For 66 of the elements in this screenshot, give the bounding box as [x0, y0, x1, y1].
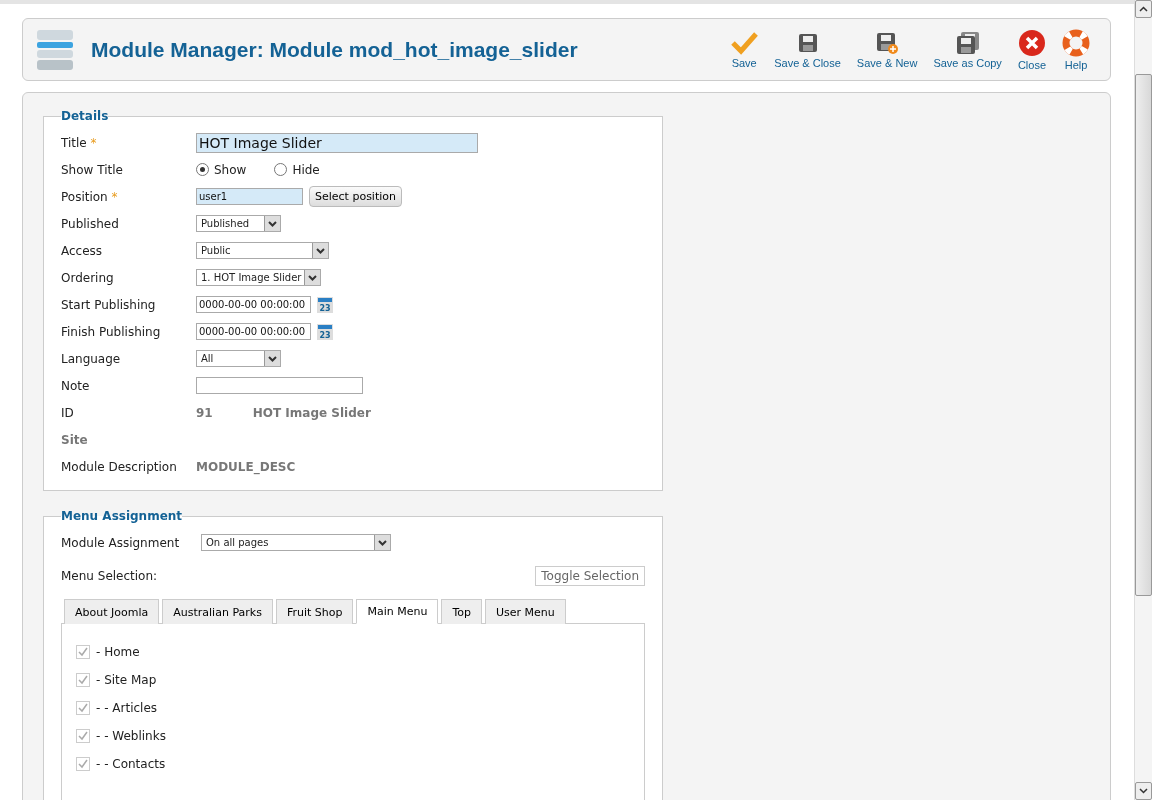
scroll-up-icon[interactable] — [1135, 0, 1152, 18]
toolbar-button[interactable]: Save as Copy — [925, 30, 1010, 69]
section-legend: Details — [61, 109, 109, 123]
menu-tab[interactable]: About Joomla — [64, 599, 160, 624]
radio-button[interactable] — [196, 163, 209, 176]
text-field[interactable]: HOT Image Slider — [196, 132, 478, 153]
menu-item-label: - - Weblinks — [96, 729, 166, 743]
field-label: Title * — [61, 135, 98, 150]
menu-item-label: - - Contacts — [96, 757, 166, 771]
dropdown[interactable]: On all pages — [201, 534, 391, 551]
dropdown[interactable]: All — [196, 350, 281, 367]
field-label: Access — [61, 243, 104, 258]
field-label: Start Publishing — [61, 297, 157, 312]
field-label: Ordering — [61, 270, 115, 285]
menu-item-label: - Site Map — [96, 673, 157, 687]
menu-tab[interactable]: Top — [441, 599, 482, 624]
menu-item-label: - - Articles — [96, 701, 158, 715]
field-label: Position * — [61, 189, 119, 204]
section-label: Site — [61, 432, 88, 447]
toggle-selection-button[interactable]: Toggle Selection — [535, 565, 645, 586]
field-label: Module Assignment — [61, 535, 181, 550]
module-stack-icon — [35, 27, 75, 72]
radio-label: Show — [214, 162, 247, 177]
floppy-disks-icon — [954, 30, 981, 55]
field-label: Finish Publishing — [61, 324, 162, 339]
text-field[interactable] — [196, 377, 363, 394]
toolbar-button[interactable]: Save & New — [848, 30, 926, 69]
toolbar-button[interactable]: Close — [1009, 28, 1054, 71]
page-title: Module Manager: Module mod_hot_image_slider — [91, 37, 579, 62]
floppy-disk-plus-icon — [875, 30, 900, 55]
checkmark-icon — [730, 30, 759, 55]
section-legend: Menu Assignment — [61, 509, 183, 523]
scrollbar[interactable] — [1134, 0, 1152, 800]
close-icon — [1017, 28, 1046, 57]
field-label: ID — [61, 405, 75, 420]
field-label: Language — [61, 351, 122, 366]
field-label: Show Title — [61, 162, 124, 177]
toolbar-button[interactable]: Save & Close — [766, 30, 849, 69]
lifebuoy-icon — [1062, 28, 1090, 57]
menu-tab[interactable]: Fruit Shop — [275, 599, 354, 624]
date-field[interactable]: 0000-00-00 00:00:00 — [196, 323, 311, 340]
dropdown[interactable]: 1. HOT Image Slider — [196, 269, 321, 286]
menu-item-label: - Home — [96, 645, 140, 659]
radio-label: Hide — [292, 162, 320, 177]
field-label: Menu Selection: — [61, 568, 158, 583]
toolbar-button[interactable]: Help — [1054, 28, 1098, 71]
field-value: HOT Image Slider — [252, 405, 371, 420]
field-value: 91 — [196, 405, 213, 420]
field-label: Module Description — [61, 459, 178, 474]
menu-tab[interactable]: Main Menu — [356, 599, 439, 624]
text-field[interactable]: user1 — [196, 188, 303, 205]
field-label: Note — [61, 378, 91, 393]
toolbar-button[interactable]: Save — [722, 30, 767, 69]
dropdown[interactable]: Public — [196, 242, 329, 259]
dropdown[interactable]: Published — [196, 215, 281, 232]
calendar-icon[interactable]: 23 — [317, 296, 333, 313]
field-label: Published — [61, 216, 120, 231]
scroll-down-icon[interactable] — [1135, 782, 1152, 800]
menu-tab[interactable]: User Menu — [485, 599, 566, 624]
menu-tab[interactable]: Australian Parks — [162, 599, 273, 624]
date-field[interactable]: 0000-00-00 00:00:00 — [196, 296, 311, 313]
radio-button[interactable] — [274, 163, 288, 176]
scrollbar-thumb[interactable] — [1135, 74, 1152, 596]
select-position-button[interactable]: Select position — [309, 186, 402, 207]
field-value: MODULE_DESC — [196, 459, 296, 474]
calendar-icon[interactable]: 23 — [317, 323, 333, 340]
